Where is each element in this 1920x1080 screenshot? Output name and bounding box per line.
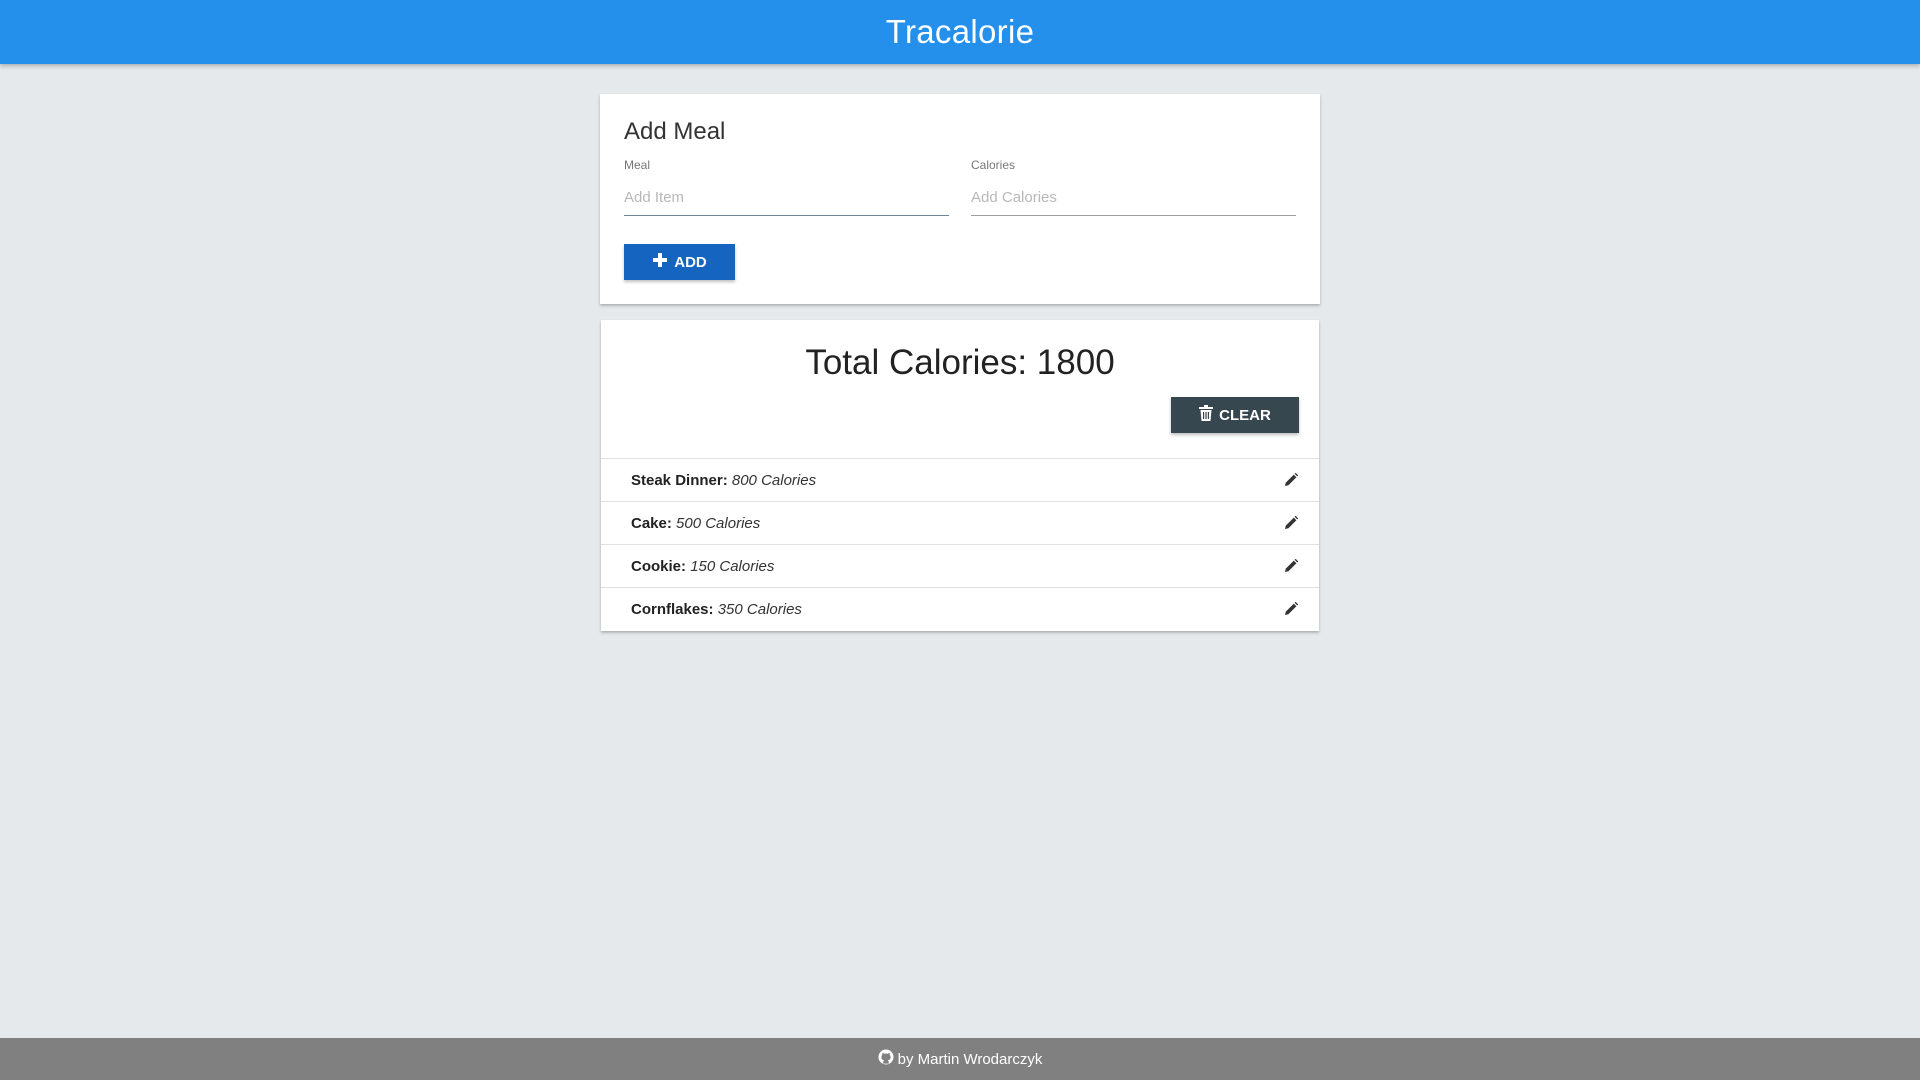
total-calories-heading: Total Calories: 1800 <box>805 343 1115 382</box>
meal-text: Steak Dinner: 800 Calories <box>631 472 816 489</box>
meal-list: Steak Dinner: 800 Calories Cake: 500 Cal… <box>601 458 1319 630</box>
edit-pencil-icon[interactable] <box>1283 558 1299 574</box>
navbar: Tracalorie <box>0 0 1920 64</box>
meal-label: Meal <box>624 158 651 172</box>
calories-label: Calories <box>971 158 1016 172</box>
footer: by Martin Wrodarczyk <box>0 1038 1920 1080</box>
meal-calories: 500 Calories <box>676 514 761 532</box>
calories-input[interactable] <box>971 180 1296 216</box>
meal-name: Cookie: <box>631 557 687 575</box>
calories-field: Calories <box>971 158 1296 216</box>
app-title[interactable]: Tracalorie <box>886 13 1035 51</box>
meal-calories: 350 Calories <box>717 600 802 618</box>
meal-text: Cookie: 150 Calories <box>631 558 774 575</box>
meal-text: Cake: 500 Calories <box>631 515 760 532</box>
meal-item: Steak Dinner: 800 Calories <box>601 458 1319 501</box>
meal-item: Cookie: 150 Calories <box>601 544 1319 587</box>
meal-name: Cornflakes: <box>631 600 714 618</box>
github-icon[interactable] <box>878 1049 894 1069</box>
trash-icon <box>1199 405 1214 425</box>
clear-all-button[interactable]: CLEAR <box>1171 397 1299 433</box>
plus-icon <box>652 252 668 272</box>
edit-pencil-icon[interactable] <box>1283 515 1299 531</box>
clear-button-label: CLEAR <box>1219 406 1271 424</box>
meal-item: Cake: 500 Calories <box>601 501 1319 544</box>
add-meal-title: Add Meal <box>624 118 726 145</box>
add-meal-button[interactable]: ADD <box>624 244 735 280</box>
meal-calories: 150 Calories <box>690 557 775 575</box>
edit-pencil-icon[interactable] <box>1283 472 1299 488</box>
meal-text: Cornflakes: 350 Calories <box>631 601 802 618</box>
edit-pencil-icon[interactable] <box>1283 601 1299 617</box>
add-button-label: ADD <box>674 253 707 271</box>
meal-item: Cornflakes: 350 Calories <box>601 587 1319 630</box>
meal-input[interactable] <box>624 180 949 216</box>
meal-name: Steak Dinner: <box>631 471 728 489</box>
footer-author[interactable]: by Martin Wrodarczyk <box>898 1051 1043 1068</box>
meal-name: Cake: <box>631 514 672 532</box>
meal-calories: 800 Calories <box>731 471 817 489</box>
meal-field: Meal <box>624 158 949 216</box>
